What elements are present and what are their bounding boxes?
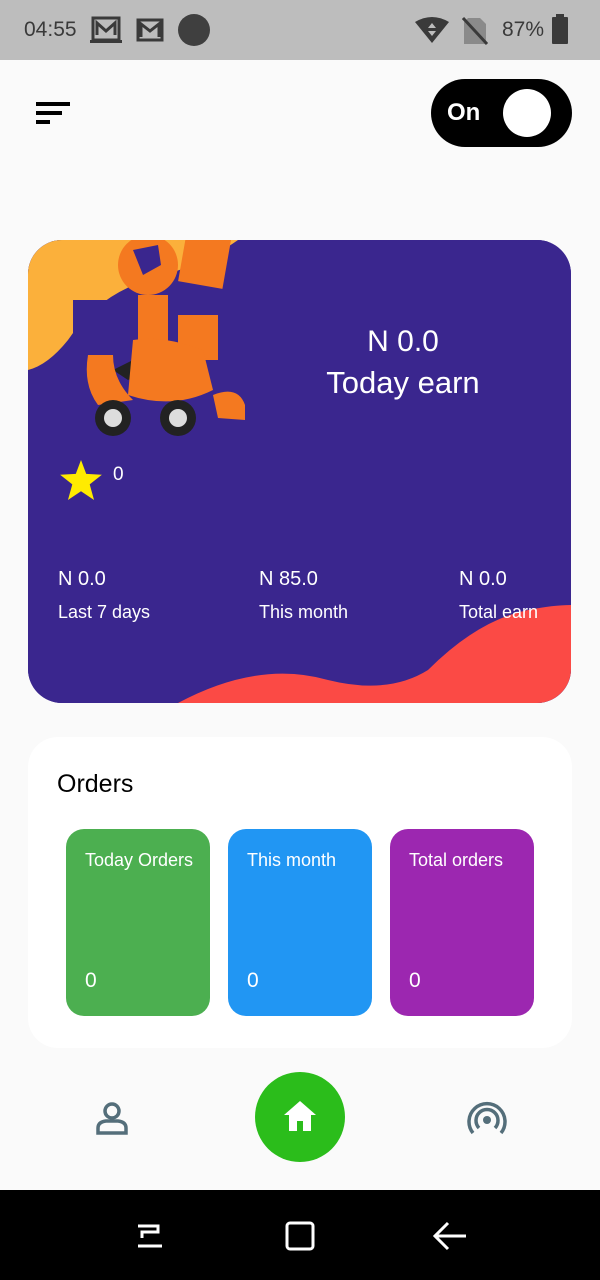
nav-profile-button[interactable] xyxy=(94,1100,130,1141)
total-earn-label: Total earn xyxy=(459,602,539,622)
back-arrow-icon xyxy=(432,1221,466,1251)
system-navigation-bar xyxy=(0,1190,600,1280)
menu-button[interactable] xyxy=(30,96,74,130)
status-time: 04:55 xyxy=(24,18,77,41)
no-sim-icon xyxy=(461,16,489,51)
total-orders-label: Total orders xyxy=(409,850,504,870)
delivery-rider-illustration xyxy=(73,240,245,445)
total-orders-value: 0 xyxy=(409,969,421,992)
home-icon xyxy=(284,1101,316,1131)
gmail-notification-icon xyxy=(136,15,164,50)
this-month-orders-tile[interactable]: This month 0 xyxy=(228,829,372,1016)
today-earn-label: Today earn xyxy=(326,365,480,400)
today-earn-amount: N 0.0 xyxy=(367,325,439,358)
toggle-knob xyxy=(503,89,551,137)
last-7-days-label: Last 7 days xyxy=(58,602,151,622)
star-icon xyxy=(60,460,102,500)
mail-notification-icon xyxy=(90,15,122,50)
this-month-earn-label: This month xyxy=(259,602,349,622)
broadcast-icon xyxy=(467,1102,507,1135)
nav-home-button[interactable] xyxy=(255,1072,345,1162)
back-button[interactable] xyxy=(432,1220,468,1257)
bottom-navigation xyxy=(0,1060,600,1190)
battery-percent: 87% xyxy=(501,18,544,41)
earnings-card: N 0.0 Today earn 0 N 0.0 Last 7 days N 8… xyxy=(28,240,571,703)
status-bar: 04:55 87% xyxy=(0,0,600,60)
profile-icon xyxy=(96,1102,128,1135)
recent-apps-button[interactable] xyxy=(134,1220,166,1255)
nav-broadcast-button[interactable] xyxy=(467,1100,507,1143)
this-month-orders-label: This month xyxy=(247,850,337,870)
app-bar: On xyxy=(0,60,600,170)
home-system-button[interactable] xyxy=(284,1220,316,1257)
online-toggle[interactable]: On xyxy=(431,79,572,147)
total-orders-tile[interactable]: Total orders 0 xyxy=(390,829,534,1016)
orders-title: Orders xyxy=(57,770,134,798)
toggle-label: On xyxy=(447,99,481,126)
rating-value: 0 xyxy=(113,464,124,485)
menu-icon xyxy=(36,102,70,124)
today-orders-label: Today Orders xyxy=(85,850,194,870)
today-orders-value: 0 xyxy=(85,969,97,992)
wifi-icon xyxy=(414,16,450,49)
app-notification-icon xyxy=(178,14,210,51)
this-month-earn-value: N 85.0 xyxy=(259,568,318,590)
orders-card: Orders Today Orders 0 This month 0 Total… xyxy=(28,737,572,1048)
this-month-orders-value: 0 xyxy=(247,969,259,992)
home-square-icon xyxy=(285,1221,315,1251)
today-orders-tile[interactable]: Today Orders 0 xyxy=(66,829,210,1016)
battery-icon xyxy=(552,14,568,49)
recent-apps-icon xyxy=(138,1224,162,1248)
last-7-days-value: N 0.0 xyxy=(58,568,106,590)
total-earn-value: N 0.0 xyxy=(459,568,507,590)
